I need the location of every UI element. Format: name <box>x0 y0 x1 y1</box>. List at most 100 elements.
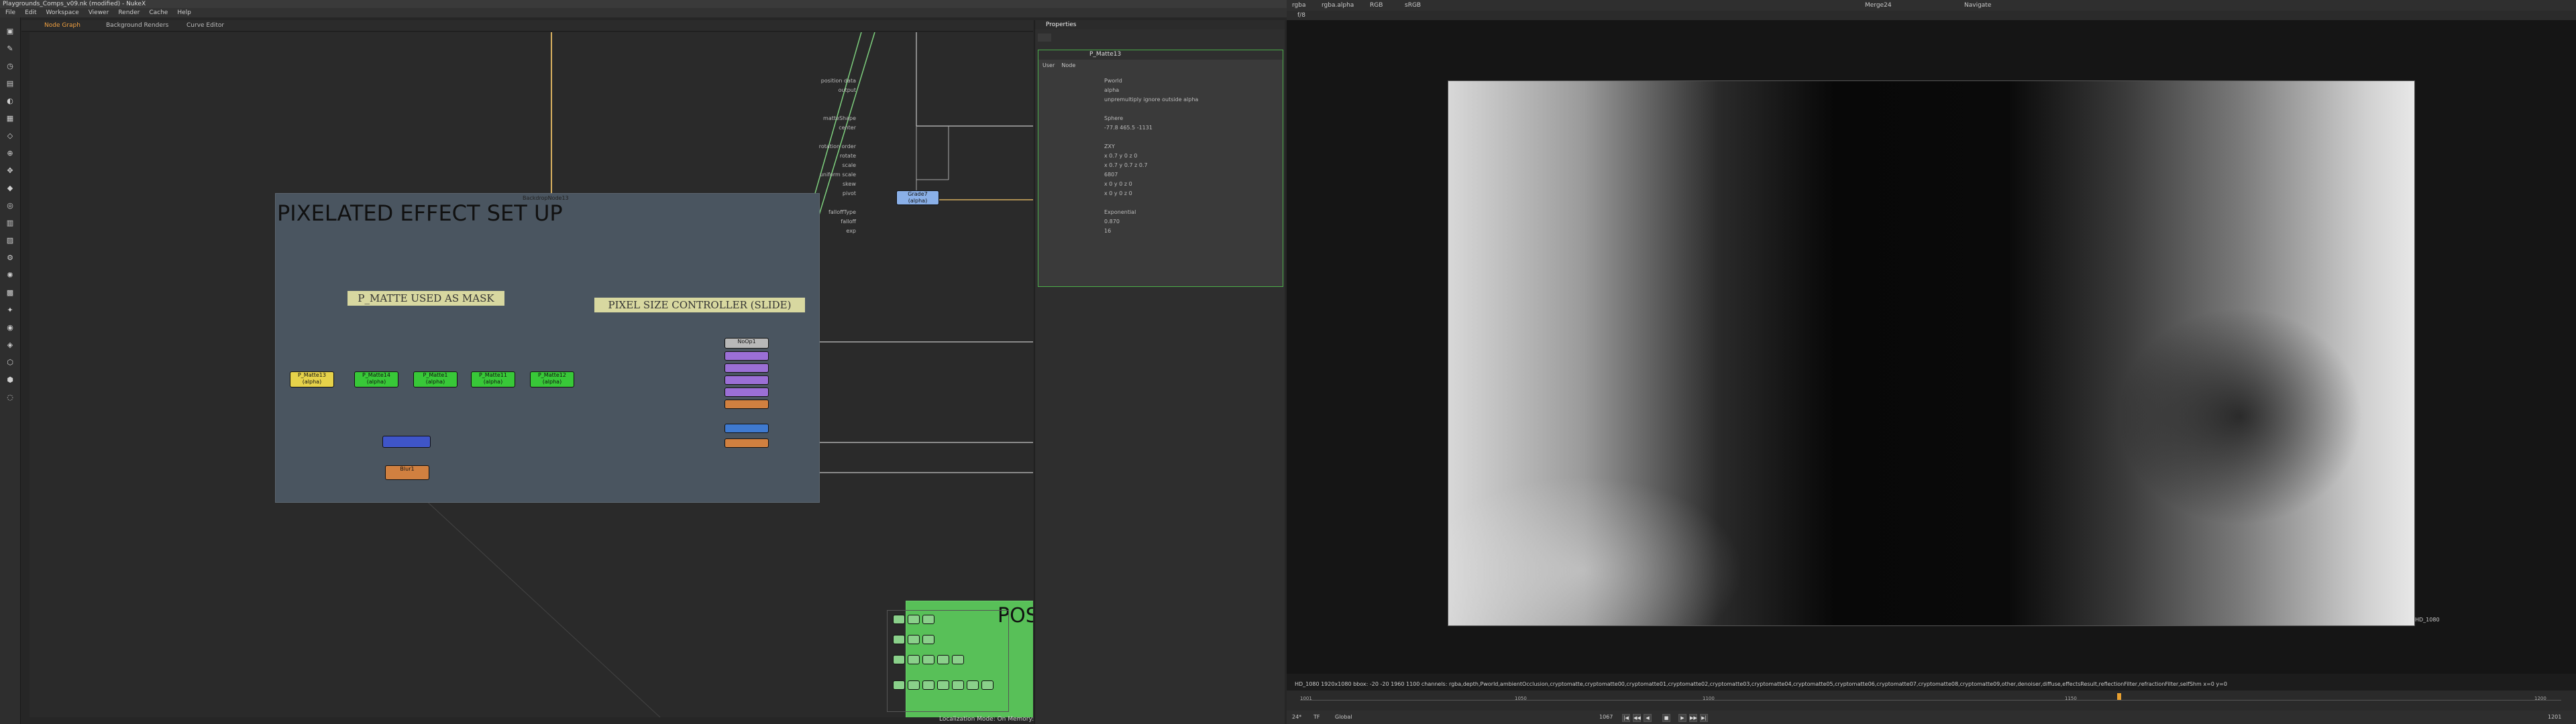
post-node[interactable] <box>952 655 964 664</box>
views-icon[interactable]: ◎ <box>5 201 15 210</box>
prop-value[interactable]: x 0 y 0 z 0 <box>1104 190 1132 198</box>
pixel-node-b[interactable] <box>724 363 769 373</box>
image-icon[interactable]: ▣ <box>5 27 15 36</box>
post-node[interactable] <box>893 680 905 690</box>
tf-select[interactable]: TF <box>1313 711 1320 724</box>
draw-icon[interactable]: ✎ <box>5 44 15 54</box>
properties-tab[interactable]: Properties <box>1035 20 1285 29</box>
end-frame[interactable]: 1201 <box>2548 711 2561 724</box>
particles-icon[interactable]: ✺ <box>5 271 15 280</box>
prop-value[interactable]: 16 <box>1104 227 1111 235</box>
keyer-icon[interactable]: ◇ <box>5 131 15 141</box>
prop-value[interactable]: Sphere <box>1104 115 1123 123</box>
tab-background-renders[interactable]: Background Renders <box>102 21 172 30</box>
navigate-select[interactable]: Navigate <box>1964 0 1991 11</box>
prop-value[interactable]: 0.870 <box>1104 218 1120 226</box>
merge-icon[interactable]: ⊕ <box>5 149 15 158</box>
pixel-node-g[interactable] <box>724 438 769 448</box>
pixel-node-c[interactable] <box>724 375 769 385</box>
merge-node[interactable] <box>382 436 431 448</box>
play-button[interactable]: ▶ <box>1678 714 1686 722</box>
zoom-select[interactable]: f/8 <box>1297 11 1305 20</box>
node-graph-canvas[interactable]: BackdropNode13 PIXELATED EFFECT SET UP P… <box>30 32 1033 717</box>
menu-viewer[interactable]: Viewer <box>89 8 109 17</box>
post-node[interactable] <box>893 655 905 664</box>
stop-button[interactable]: ■ <box>1662 714 1670 722</box>
prop-value[interactable]: x 0.7 y 0 z 0 <box>1104 152 1137 160</box>
pixel-node-f[interactable] <box>724 424 769 433</box>
post-node[interactable] <box>908 655 920 664</box>
post-node[interactable] <box>937 680 949 690</box>
post-node[interactable] <box>922 655 934 664</box>
prop-value[interactable]: -77.8 465.5 -1131 <box>1104 124 1152 132</box>
post-node[interactable] <box>893 635 905 644</box>
node-name-field[interactable]: P_Matte13 <box>1089 51 1121 58</box>
prop-value[interactable]: unpremultiply ignore outside alpha <box>1104 96 1198 104</box>
color-icon[interactable]: ◐ <box>5 97 15 106</box>
post-node[interactable] <box>967 680 979 690</box>
gizmo-icon[interactable]: ⬡ <box>5 358 15 367</box>
furnace-icon[interactable]: ✦ <box>5 306 15 315</box>
prop-value[interactable]: alpha <box>1104 86 1119 95</box>
post-node-group[interactable] <box>887 610 1009 712</box>
global-select[interactable]: Global <box>1335 711 1352 724</box>
prop-value[interactable]: ZXY <box>1104 143 1115 151</box>
p-matte11-node[interactable]: P_Matte11 (alpha) <box>471 371 515 387</box>
play-back-button[interactable]: ◀ <box>1644 714 1652 722</box>
pixel-node-d[interactable] <box>724 387 769 397</box>
menu-render[interactable]: Render <box>118 8 140 17</box>
ml-icon[interactable]: ◌ <box>5 393 15 402</box>
prev-key-button[interactable]: ◀◀ <box>1633 714 1641 722</box>
post-node[interactable] <box>908 680 920 690</box>
ocula-icon[interactable]: ◉ <box>5 323 15 333</box>
post-node[interactable] <box>981 680 994 690</box>
3d-icon[interactable]: ◆ <box>5 184 15 193</box>
p-matte1-node[interactable]: P_Matte1 (alpha) <box>413 371 458 387</box>
viewer-canvas[interactable]: HD_1080 <box>1287 20 2576 674</box>
metadata-icon[interactable]: ▥ <box>5 219 15 228</box>
fps-field[interactable]: 24* <box>1292 711 1301 724</box>
post-node[interactable] <box>922 680 934 690</box>
tab-user[interactable]: User <box>1042 62 1055 68</box>
tab-node-graph[interactable]: Node Graph <box>40 21 85 30</box>
cara-icon[interactable]: ◈ <box>5 341 15 350</box>
post-node[interactable] <box>908 635 920 644</box>
menu-cache[interactable]: Cache <box>149 8 168 17</box>
prop-value[interactable]: Pworld <box>1104 77 1122 85</box>
lut-select[interactable]: sRGB <box>1405 0 1421 11</box>
first-frame-button[interactable]: |◀ <box>1622 714 1630 722</box>
alpha-select[interactable]: rgba.alpha <box>1322 0 1354 11</box>
prop-value[interactable]: x 0.7 y 0.7 z 0.7 <box>1104 162 1148 170</box>
prop-value[interactable]: 6807 <box>1104 171 1118 179</box>
other-icon[interactable]: ⚙ <box>5 253 15 263</box>
blur1-node[interactable]: Blur1 <box>385 465 429 480</box>
input-select[interactable]: Merge24 <box>1865 0 1892 11</box>
post-node[interactable] <box>908 615 920 624</box>
menu-workspace[interactable]: Workspace <box>46 8 79 17</box>
copycat-icon[interactable]: ⬢ <box>5 375 15 385</box>
menu-help[interactable]: Help <box>177 8 191 17</box>
colorspace-select[interactable]: RGB <box>1370 0 1383 11</box>
deep-icon[interactable]: ▩ <box>5 288 15 298</box>
current-frame[interactable]: 1067 <box>1599 711 1613 724</box>
sticky-note-matte[interactable]: P_MATTE USED AS MASK <box>347 291 504 306</box>
p-matte14-node[interactable]: P_Matte14 (alpha) <box>354 371 398 387</box>
post-node[interactable] <box>922 615 934 624</box>
menu-file[interactable]: File <box>5 8 15 17</box>
last-frame-button[interactable]: ▶| <box>1700 714 1708 722</box>
channel-icon[interactable]: ▤ <box>5 79 15 88</box>
menu-edit[interactable]: Edit <box>25 8 36 17</box>
p-matte13-node[interactable]: P_Matte13 (alpha) <box>290 371 334 387</box>
post-node[interactable] <box>952 680 964 690</box>
grade7-node[interactable]: Grade7 (alpha) <box>896 190 939 205</box>
post-node[interactable] <box>937 655 949 664</box>
prop-value[interactable]: Exponential <box>1104 208 1136 217</box>
time-icon[interactable]: ◷ <box>5 62 15 71</box>
post-node[interactable] <box>893 615 905 624</box>
noop1-node[interactable]: NoOp1 <box>724 338 769 349</box>
filter-icon[interactable]: ▦ <box>5 114 15 123</box>
pixel-node-a[interactable] <box>724 351 769 361</box>
channel-select[interactable]: rgba <box>1292 0 1305 11</box>
tab-node[interactable]: Node <box>1061 62 1075 68</box>
playhead[interactable] <box>2117 693 2121 700</box>
